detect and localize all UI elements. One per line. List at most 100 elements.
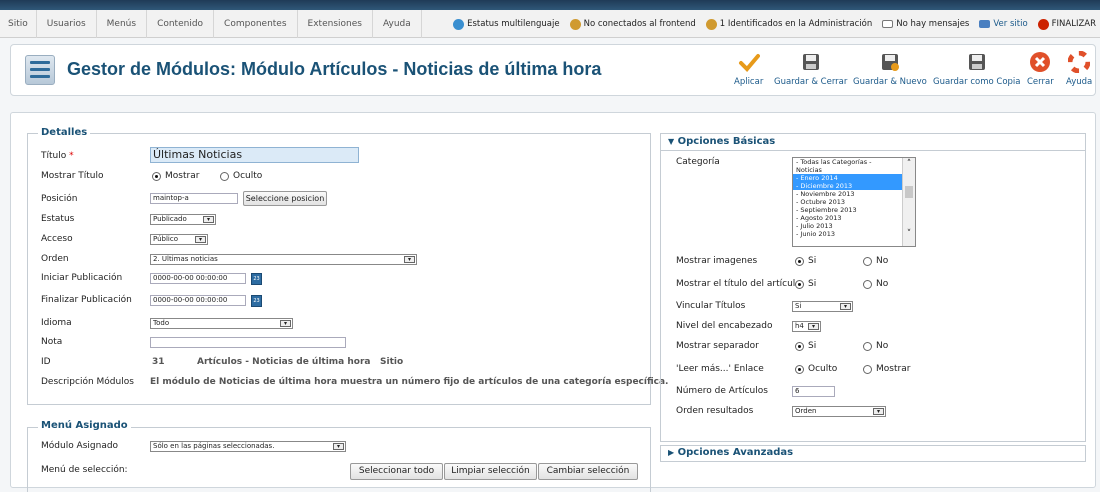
heading-level-select[interactable]: h4 ▾	[792, 321, 821, 332]
required-mark: *	[69, 151, 74, 161]
category-option[interactable]: Noticias	[793, 166, 902, 174]
menu-menus[interactable]: Menús	[97, 9, 148, 38]
category-option[interactable]: - Noviembre 2013	[793, 190, 902, 198]
chevron-down-icon[interactable]: ˅	[903, 230, 915, 239]
apply-label: Aplicar	[734, 77, 764, 87]
menu-extensiones[interactable]: Extensiones	[298, 9, 373, 38]
chevron-up-icon[interactable]: ˄	[903, 158, 915, 170]
admin-label: 1 Identificados en la Administración	[719, 19, 873, 29]
separator-no[interactable]: No	[863, 341, 888, 351]
show-title-radio[interactable]: Mostrar	[152, 171, 199, 181]
top-band	[0, 0, 1100, 10]
readmore-hidden[interactable]: Oculto	[795, 364, 837, 374]
save-copy-icon	[966, 51, 988, 73]
basic-options-header[interactable]: ▼ Opciones Básicas	[668, 136, 775, 150]
category-option[interactable]: - Diciembre 2013	[793, 182, 902, 190]
listbox-scrollbar[interactable]: ˄ ˅	[902, 158, 915, 246]
advanced-options-header[interactable]: ▶ Opciones Avanzadas	[668, 447, 793, 461]
view-site-link[interactable]: Ver sitio	[979, 19, 1028, 29]
title-label: Título *	[41, 151, 74, 161]
readmore-show[interactable]: Mostrar	[863, 364, 910, 374]
category-option[interactable]: - Todas las Categorías -	[793, 158, 902, 166]
start-publish-field[interactable]: 0000-00-00 00:00:00	[150, 273, 246, 284]
category-option[interactable]: - Agosto 2013	[793, 214, 902, 222]
title-field[interactable]: Últimas Noticias	[150, 147, 359, 163]
apply-button[interactable]: Aplicar	[734, 51, 763, 87]
show-images-yes[interactable]: Si	[795, 256, 816, 266]
link-titles-select[interactable]: Si ▾	[792, 301, 853, 312]
view-site-label: Ver sitio	[993, 19, 1028, 29]
show-article-title-yes[interactable]: Si	[795, 279, 816, 289]
show-title-label: Mostrar Título	[41, 171, 104, 181]
end-publish-field[interactable]: 0000-00-00 00:00:00	[150, 295, 246, 306]
toggle-selection-button[interactable]: Cambiar selección	[538, 463, 638, 480]
save-new-label: Guardar & Nuevo	[853, 77, 927, 87]
heading-level-label: Nivel del encabezado	[676, 321, 773, 331]
basic-header-divider	[660, 150, 1086, 151]
user-icon	[705, 18, 717, 30]
language-label: Idioma	[41, 318, 72, 328]
menu-assign-fieldset	[27, 427, 651, 492]
category-label: Categoría	[676, 157, 720, 167]
separator-yes[interactable]: Si	[795, 341, 816, 351]
category-option[interactable]: - Septiembre 2013	[793, 206, 902, 214]
note-field[interactable]	[150, 337, 346, 348]
module-name: Artículos - Noticias de última hora	[197, 357, 371, 367]
save-copy-button[interactable]: Guardar como Copia	[933, 51, 1021, 87]
hide-title-radio[interactable]: Oculto	[220, 171, 262, 181]
help-lifebuoy-icon	[1068, 51, 1091, 73]
calendar-icon[interactable]: 23	[251, 273, 262, 285]
position-label: Posición	[41, 194, 78, 204]
menu-sitio[interactable]: Sitio	[0, 9, 37, 38]
chevron-right-icon: ▶	[668, 448, 675, 457]
page-title: Gestor de Módulos: Módulo Artículos - No…	[67, 59, 602, 79]
messages-status[interactable]: No hay mensajes	[882, 19, 969, 29]
select-position-button[interactable]: Seleccione posicion	[243, 191, 327, 206]
help-button[interactable]: Ayuda	[1066, 51, 1092, 87]
frontend-status: No conectados al frontend	[569, 18, 696, 30]
menu-usuarios[interactable]: Usuarios	[37, 9, 97, 38]
category-option[interactable]: - Junio 2013	[793, 230, 902, 238]
category-option[interactable]: - Octubre 2013	[793, 198, 902, 206]
show-article-title-no[interactable]: No	[863, 279, 888, 289]
save-new-button[interactable]: Guardar & Nuevo	[853, 51, 927, 87]
order-select[interactable]: 2. Ultimas noticias ▾	[150, 254, 417, 265]
multilang-status[interactable]: Estatus multilenguaje	[453, 18, 560, 30]
chevron-down-icon: ▾	[280, 320, 291, 327]
status-bar: Estatus multilenguaje No conectados al f…	[453, 10, 1096, 38]
result-order-select[interactable]: Orden ▾	[792, 406, 886, 417]
module-assign-select[interactable]: Sólo en las páginas seleccionadas. ▾	[150, 441, 346, 452]
close-icon	[1029, 51, 1051, 73]
power-icon	[1037, 18, 1049, 30]
module-client: Sitio	[380, 357, 404, 367]
category-listbox[interactable]: - Todas las Categorías - Noticias - Enero …	[792, 157, 916, 247]
clear-selection-button[interactable]: Limpiar selección	[444, 463, 537, 480]
article-count-field[interactable]: 6	[792, 386, 835, 397]
category-option[interactable]: - Enero 2014	[793, 174, 902, 182]
chevron-down-icon: ▾	[333, 443, 344, 450]
menu-componentes[interactable]: Componentes	[214, 9, 298, 38]
help-label: Ayuda	[1066, 77, 1093, 87]
show-images-no[interactable]: No	[863, 256, 888, 266]
start-publish-label: Iniciar Publicación	[41, 273, 123, 283]
access-label: Acceso	[41, 234, 73, 244]
scroll-thumb[interactable]	[905, 186, 913, 198]
save-close-label: Guardar & Cerrar	[774, 77, 848, 87]
menu-contenido[interactable]: Contenido	[147, 9, 215, 38]
category-option[interactable]: - Julio 2013	[793, 222, 902, 230]
status-select[interactable]: Publicado ▾	[150, 214, 216, 225]
select-all-button[interactable]: Seleccionar todo	[350, 463, 443, 480]
module-assign-label: Módulo Asignado	[41, 441, 119, 451]
close-button[interactable]: Cerrar	[1027, 51, 1054, 87]
logout-link[interactable]: FINALIZAR	[1037, 18, 1096, 30]
access-select[interactable]: Público ▾	[150, 234, 208, 245]
frontend-label: No conectados al frontend	[583, 19, 696, 29]
order-label: Orden	[41, 254, 69, 264]
calendar-icon[interactable]: 23	[251, 295, 262, 307]
position-field[interactable]: maintop-a	[150, 193, 238, 204]
save-close-button[interactable]: Guardar & Cerrar	[774, 51, 847, 87]
save-new-icon	[879, 51, 901, 73]
description-label: Descripción Módulos	[41, 377, 134, 387]
language-select[interactable]: Todo ▾	[150, 318, 293, 329]
menu-ayuda[interactable]: Ayuda	[373, 9, 422, 38]
